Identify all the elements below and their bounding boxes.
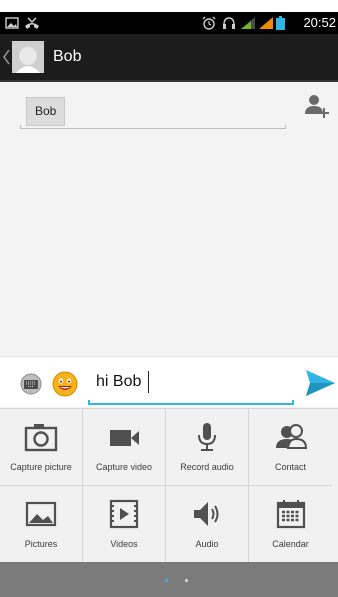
attachment-capture-video[interactable]: Capture video [83,409,166,486]
attachment-contact[interactable]: Contact [249,409,332,486]
action-bar: Bob [0,34,338,82]
add-contact-icon[interactable] [302,92,330,120]
page-indicator[interactable] [185,579,188,582]
attachment-pager [0,562,338,597]
attachment-audio[interactable]: Audio [166,486,249,563]
recipient-field-underline [20,125,286,129]
attachment-capture-picture[interactable]: Capture picture [0,409,83,486]
picture-icon [5,17,19,29]
signal-icon [241,17,255,29]
status-time: 20:52 [303,15,336,30]
attachment-label: Calendar [272,539,309,549]
attachment-label: Capture picture [10,462,72,472]
emoji-icon[interactable] [52,371,78,397]
calendar-icon [276,500,305,529]
attachment-label: Capture video [95,462,153,472]
attachment-label: Audio [195,539,219,549]
messaging-screen: 20:52 Bob Bob hi Bob Capture picture Cap… [0,0,338,597]
picture-icon [25,501,57,527]
microphone-icon [198,423,216,451]
attachment-grid: Capture picture Capture video Record aud… [0,408,338,563]
headset-icon [223,17,235,29]
contact-placeholder-icon [12,41,44,73]
video-camera-icon [110,430,139,446]
conversation-title: Bob [53,48,82,65]
attachment-label: Videos [110,539,138,549]
missed-call-icon [25,17,39,29]
battery-icon [276,16,285,30]
compose-bar [0,356,338,407]
contact-icon [275,424,307,449]
attachment-videos[interactable]: Videos [83,486,166,563]
message-list [0,140,338,354]
video-file-icon [109,499,139,529]
message-input[interactable] [90,367,296,397]
attachment-pictures[interactable]: Pictures [0,486,83,563]
alarm-icon [202,16,216,30]
signal-icon [259,17,273,29]
attachment-calendar[interactable]: Calendar [249,486,332,563]
keyboard-icon[interactable] [20,373,42,395]
page-indicator-active[interactable] [165,579,168,582]
attachment-record-audio[interactable]: Record audio [166,409,249,486]
text-cursor [148,371,149,393]
speaker-icon [194,502,219,526]
recipient-chip[interactable]: Bob [26,97,66,126]
status-bar: 20:52 [0,12,338,34]
avatar[interactable] [12,41,44,73]
attachment-label: Contact [274,462,307,472]
top-frame [0,0,338,12]
send-icon[interactable] [304,368,336,398]
attachment-label: Pictures [24,539,58,549]
message-input-underline [88,400,294,405]
attachment-label: Record audio [180,462,234,472]
back-caret-icon[interactable] [2,49,10,65]
camera-icon [24,424,58,452]
